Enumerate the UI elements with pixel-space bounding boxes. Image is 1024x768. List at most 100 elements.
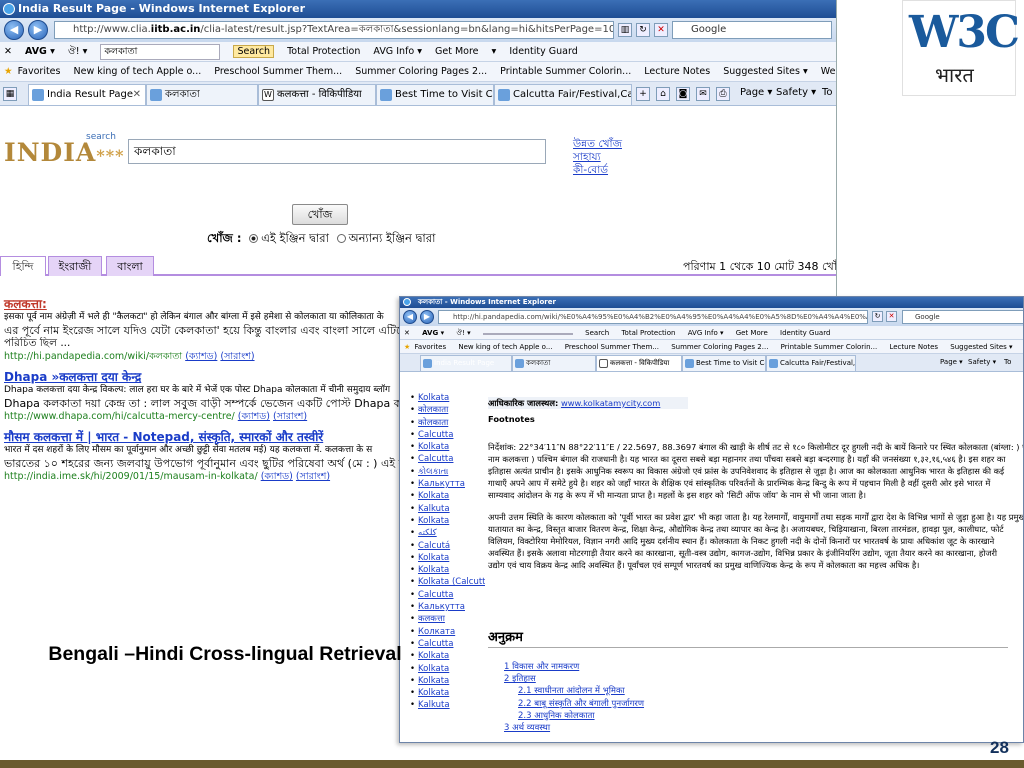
fav-link-lecture[interactable]: Lecture Notes bbox=[889, 343, 938, 351]
stop-icon[interactable]: ✕ bbox=[654, 23, 668, 37]
toc-item[interactable]: 2.3 आधुनिक कोलकाता bbox=[518, 710, 644, 722]
stop-icon[interactable]: ✕ bbox=[886, 311, 897, 322]
fav-link-printable[interactable]: Printable Summer Colorin... bbox=[500, 66, 631, 77]
tab-bengali[interactable]: বাংলা bbox=[106, 256, 154, 276]
summary-link[interactable]: (সারাংশ) bbox=[220, 351, 254, 362]
toc-item[interactable]: 2.1 स्वाधीनता आंदोलन में भूमिका bbox=[518, 685, 644, 697]
tab-close-icon[interactable]: ✕ bbox=[133, 85, 141, 105]
fav-link-apple[interactable]: New king of tech Apple o... bbox=[458, 343, 552, 351]
summary-link[interactable]: (সারাংশ) bbox=[296, 471, 330, 482]
fav-link-apple[interactable]: New king of tech Apple o... bbox=[74, 66, 202, 77]
tab-wikipedia[interactable]: W कलकत्ता - विकिपीडिया bbox=[258, 84, 376, 105]
fav-suggested-sites[interactable]: Suggested Sites ▾ bbox=[950, 343, 1012, 351]
interlanguage-link[interactable]: Колката bbox=[410, 626, 485, 638]
favorites-button[interactable]: Favorites bbox=[18, 66, 61, 77]
tab-calcutta-fair[interactable]: Calcutta Fair/Festival,Ca... bbox=[766, 355, 856, 371]
new-tab-icon[interactable]: + bbox=[636, 87, 650, 101]
help-link[interactable]: সাহায্য bbox=[573, 151, 622, 164]
forward-icon[interactable]: ▶ bbox=[28, 20, 48, 40]
interlanguage-link[interactable]: કોલકાતા bbox=[410, 466, 485, 478]
tab-india-result[interactable]: India Result Page bbox=[420, 355, 512, 371]
interlanguage-link[interactable]: Kolkata bbox=[410, 552, 485, 564]
avg-menu[interactable]: AVG ▾ bbox=[25, 46, 55, 57]
ask-menu[interactable]: ঔ! ▾ bbox=[68, 46, 87, 57]
toc-item[interactable]: 3 अर्थ व्यवस्था bbox=[504, 722, 644, 734]
toolbar-search-button[interactable]: Search bbox=[585, 329, 609, 337]
toc-item[interactable]: 2 इतिहास bbox=[504, 673, 644, 685]
interlanguage-link[interactable]: Calcutta bbox=[410, 429, 485, 441]
feeds-icon[interactable]: ◙ bbox=[676, 87, 690, 101]
result-title[interactable]: कलकत्ता: bbox=[4, 298, 399, 311]
quick-tabs-icon[interactable]: ▦ bbox=[3, 87, 17, 101]
summary-link[interactable]: (সারাংশ) bbox=[273, 411, 307, 422]
get-more-button[interactable]: Get More bbox=[736, 329, 768, 337]
toc-item[interactable]: 2.2 बाबू संस्कृति और बंगाली पुनर्जागरण bbox=[518, 698, 644, 710]
close-toolbar-icon[interactable]: ✕ bbox=[404, 329, 410, 337]
interlanguage-link[interactable]: Kolkata bbox=[410, 441, 485, 453]
fav-link-lecture[interactable]: Lecture Notes bbox=[644, 66, 710, 77]
official-site-link[interactable]: www.kolkatamycity.com bbox=[561, 398, 660, 408]
fav-web-slice[interactable]: Web Slice Gallery ▾ bbox=[821, 66, 836, 77]
safety-menu[interactable]: Safety ▾ bbox=[776, 87, 816, 98]
fav-suggested-sites[interactable]: Suggested Sites ▾ bbox=[723, 66, 808, 77]
toolbar-search-button[interactable]: Search bbox=[233, 45, 275, 58]
forward-icon[interactable]: ▶ bbox=[420, 310, 434, 324]
interlanguage-link[interactable]: Kolkata bbox=[410, 515, 485, 527]
total-protection-button[interactable]: Total Protection bbox=[621, 329, 675, 337]
cache-link[interactable]: (ক্যাশড) bbox=[185, 351, 217, 362]
interlanguage-link[interactable]: Calcutá bbox=[410, 540, 485, 552]
search-button[interactable]: খোঁজ bbox=[292, 204, 348, 225]
interlanguage-link[interactable]: कलकत्ता bbox=[410, 613, 485, 625]
tab-wikipedia[interactable]: कलकत्ता - विकिपीडिया bbox=[596, 355, 682, 371]
compat-view-icon[interactable]: ▥ bbox=[618, 23, 632, 37]
radio-other-engine[interactable] bbox=[336, 234, 346, 243]
web-search-input[interactable]: Google bbox=[902, 310, 1023, 324]
tools-menu[interactable]: To bbox=[822, 87, 833, 98]
tools-menu[interactable]: To bbox=[1004, 358, 1011, 366]
page-menu[interactable]: Page ▾ bbox=[940, 358, 963, 366]
interlanguage-link[interactable]: Kolkata bbox=[410, 650, 485, 662]
back-icon[interactable]: ◀ bbox=[403, 310, 417, 324]
tab-english[interactable]: ইংরাজী bbox=[48, 256, 102, 276]
toolbar-search-field[interactable]: কলকাতা bbox=[100, 44, 221, 60]
interlanguage-link[interactable]: Kolkata bbox=[410, 490, 485, 502]
url-input[interactable]: http://hi.pandapedia.com/wiki/%E0%A4%95%… bbox=[438, 310, 868, 324]
url-input[interactable]: http://www.clia.iitb.ac.in/clia-latest/r… bbox=[54, 21, 614, 39]
interlanguage-link[interactable]: Kolkata bbox=[410, 564, 485, 576]
interlanguage-link[interactable]: Kolkata bbox=[410, 392, 485, 404]
india-search-logo[interactable]: INDIA*** search bbox=[4, 132, 124, 167]
interlanguage-link[interactable]: Kalkuta bbox=[410, 699, 485, 711]
query-input[interactable]: কলকাতা bbox=[128, 139, 546, 164]
identity-guard-button[interactable]: Identity Guard bbox=[780, 329, 830, 337]
interlanguage-link[interactable]: Calcutta bbox=[410, 453, 485, 465]
keyboard-link[interactable]: কী-বোর্ড bbox=[573, 164, 622, 177]
fav-link-printable[interactable]: Printable Summer Colorin... bbox=[781, 343, 878, 351]
print-icon[interactable]: ⎙ bbox=[716, 87, 730, 101]
total-protection-button[interactable]: Total Protection bbox=[287, 46, 360, 57]
interlanguage-link[interactable]: Kolkata (Calcutta) bbox=[410, 576, 485, 588]
refresh-icon[interactable]: ↻ bbox=[872, 311, 883, 322]
fav-link-preschool[interactable]: Preschool Summer Them... bbox=[565, 343, 659, 351]
identity-guard-button[interactable]: Identity Guard bbox=[509, 46, 577, 57]
favorites-button[interactable]: Favorites bbox=[415, 343, 447, 351]
safety-menu[interactable]: Safety ▾ bbox=[968, 358, 996, 366]
ask-menu[interactable]: ঔ! ▾ bbox=[456, 329, 470, 337]
avg-menu[interactable]: AVG ▾ bbox=[422, 329, 444, 337]
result-title[interactable]: मौसम कलकत्ता में | भारत - Notepad, संस्क… bbox=[4, 431, 399, 444]
fav-link-coloring[interactable]: Summer Coloring Pages 2... bbox=[671, 343, 768, 351]
tab-india-result[interactable]: India Result Page ✕ bbox=[28, 84, 146, 105]
advanced-search-link[interactable]: উন্নত খোঁজ bbox=[573, 138, 622, 151]
web-search-input[interactable]: Google bbox=[672, 21, 832, 39]
avg-info-button[interactable]: AVG Info ▾ bbox=[373, 46, 422, 57]
home-icon[interactable]: ⌂ bbox=[656, 87, 670, 101]
interlanguage-link[interactable]: Calcutta bbox=[410, 589, 485, 601]
get-more-button[interactable]: Get More bbox=[435, 46, 479, 57]
close-toolbar-icon[interactable]: ✕ bbox=[4, 46, 12, 57]
tab-calcutta-fair[interactable]: Calcutta Fair/Festival,Ca... bbox=[494, 84, 632, 105]
result-title[interactable]: Dhapa »कलकत्ता दया केन्द्र bbox=[4, 371, 399, 384]
tab-best-time[interactable]: Best Time to Visit Calcu... bbox=[682, 355, 766, 371]
tab-kolkata[interactable]: কলকাতা bbox=[146, 84, 258, 105]
toc-item[interactable]: 1 विकास और नामकरण bbox=[504, 661, 644, 673]
fav-link-preschool[interactable]: Preschool Summer Them... bbox=[214, 66, 342, 77]
interlanguage-link[interactable]: कोलकाता bbox=[410, 417, 485, 429]
